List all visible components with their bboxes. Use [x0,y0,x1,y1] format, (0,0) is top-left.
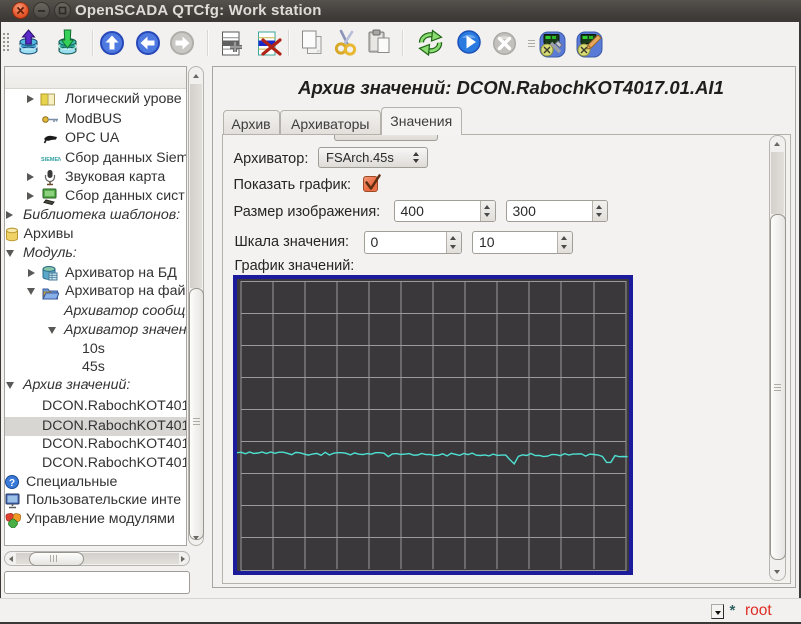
svg-text:SIEMENS: SIEMENS [41,157,61,163]
svg-text:?: ? [9,478,15,489]
